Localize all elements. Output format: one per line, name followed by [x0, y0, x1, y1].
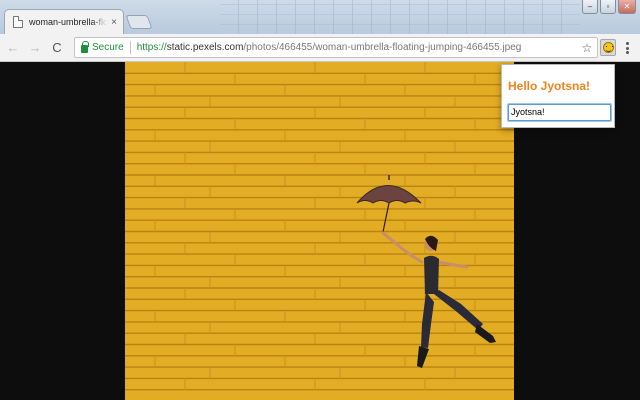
- smiley-icon: [602, 42, 614, 53]
- popup-heading: Hello Jyotsna!: [508, 79, 591, 93]
- url-host: static.pexels.com: [166, 42, 244, 53]
- extension-button[interactable]: [600, 39, 616, 56]
- url-path: /photos/466455/woman-umbrella-floating-j…: [243, 42, 522, 53]
- name-input[interactable]: [507, 102, 612, 122]
- vertical-dots-icon[interactable]: [620, 40, 634, 56]
- close-window-button[interactable]: ✕: [618, 0, 636, 14]
- secure-label: Secure: [92, 42, 124, 53]
- browser-toolbar: ← → C ⌂ Secure https://static.pexels.com…: [0, 34, 640, 62]
- document-icon: [13, 16, 23, 28]
- address-bar[interactable]: Secure https://static.pexels.com/photos/…: [74, 37, 598, 58]
- bookmark-star-icon[interactable]: ☆: [579, 41, 595, 55]
- back-button[interactable]: ←: [4, 39, 22, 57]
- new-tab-button[interactable]: [125, 15, 153, 29]
- lock-icon: [81, 40, 89, 53]
- reload-button[interactable]: C: [48, 39, 66, 57]
- tab-title: woman-umbrella-floatin: [29, 17, 108, 27]
- tab-close-icon[interactable]: ×: [111, 17, 117, 28]
- umbrella-woman-photo: [125, 62, 514, 400]
- forward-button[interactable]: →: [26, 39, 44, 57]
- window-controls: – ▫ ✕: [582, 0, 636, 14]
- url-scheme: https://: [136, 42, 167, 53]
- minimize-button[interactable]: –: [582, 0, 598, 14]
- extension-popup: Hello Jyotsna!: [501, 64, 615, 128]
- tab-active[interactable]: woman-umbrella-floatin ×: [4, 9, 124, 34]
- title-bar: woman-umbrella-floatin × – ▫ ✕: [0, 0, 640, 34]
- titlebar-decoration: [220, 0, 580, 34]
- url-text[interactable]: https://static.pexels.com/photos/466455/…: [137, 42, 579, 53]
- omnibox-divider: [129, 41, 131, 54]
- maximize-button[interactable]: ▫: [600, 0, 616, 14]
